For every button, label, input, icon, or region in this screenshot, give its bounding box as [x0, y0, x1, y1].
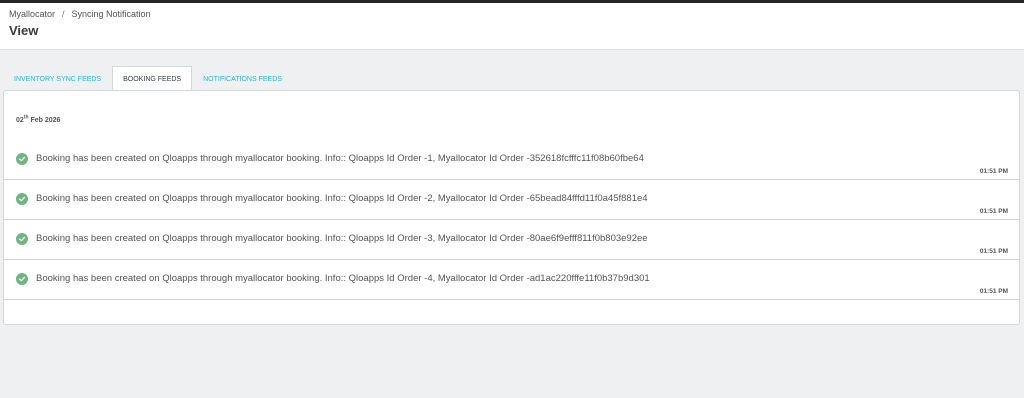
- breadcrumb: Myallocator / Syncing Notification: [9, 9, 151, 19]
- check-circle-icon: [16, 273, 28, 285]
- check-circle-icon: [16, 153, 28, 165]
- breadcrumb-separator: /: [62, 9, 65, 19]
- booking-feeds-panel: 02th Feb 2026 Booking has been created o…: [3, 90, 1020, 325]
- check-circle-icon: [16, 233, 28, 245]
- feed-item-time: 01:51 PM: [979, 248, 1008, 255]
- tab-notifications-feeds[interactable]: Notifications Feeds: [192, 66, 293, 91]
- feed-tabs: Inventory Sync Feeds Booking Feeds Notif…: [3, 66, 293, 92]
- feed-item-time: 01:51 PM: [979, 288, 1008, 295]
- feed-item-time: 01:51 PM: [979, 208, 1008, 215]
- feed-item: Booking has been created on Qloapps thro…: [4, 220, 1019, 260]
- page-header: Myallocator / Syncing Notification View: [0, 3, 1024, 50]
- feed-item-text: Booking has been created on Qloapps thro…: [36, 233, 648, 244]
- feed-date-day: 02: [16, 117, 24, 124]
- feed-date-rest: Feb 2026: [30, 117, 61, 124]
- feed-date: 02th Feb 2026: [16, 114, 61, 124]
- breadcrumb-myallocator[interactable]: Myallocator: [9, 9, 55, 19]
- feed-list: Booking has been created on Qloapps thro…: [4, 140, 1019, 300]
- feed-item-text: Booking has been created on Qloapps thro…: [36, 193, 648, 204]
- feed-item-text: Booking has been created on Qloapps thro…: [36, 153, 644, 164]
- feed-item-text: Booking has been created on Qloapps thro…: [36, 273, 650, 284]
- breadcrumb-syncing-notification: Syncing Notification: [71, 9, 151, 19]
- feed-item: Booking has been created on Qloapps thro…: [4, 180, 1019, 220]
- feed-date-suffix: th: [23, 114, 29, 121]
- tab-inventory-sync-feeds[interactable]: Inventory Sync Feeds: [3, 66, 112, 91]
- check-circle-icon: [16, 193, 28, 205]
- feed-item-time: 01:51 PM: [979, 168, 1008, 175]
- feed-item: Booking has been created on Qloapps thro…: [4, 260, 1019, 300]
- feed-item: Booking has been created on Qloapps thro…: [4, 140, 1019, 180]
- page-title: View: [9, 23, 39, 38]
- tab-booking-feeds[interactable]: Booking Feeds: [112, 66, 193, 92]
